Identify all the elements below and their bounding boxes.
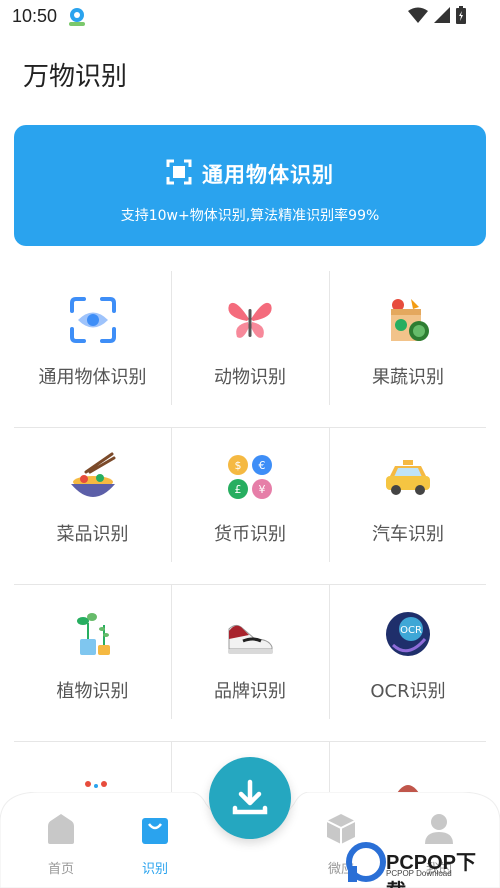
coins-icon: $ € £ ¥ xyxy=(225,452,275,502)
svg-text:€: € xyxy=(259,459,266,472)
grid-item-ocr[interactable]: OCR OCR识别 xyxy=(329,585,486,719)
watermark-subtext: PCPOP Download xyxy=(386,869,452,878)
grid-item-car[interactable]: 汽车识别 xyxy=(329,428,486,562)
scan-frame-icon xyxy=(166,159,192,189)
grid-item-label: 果蔬识别 xyxy=(372,367,444,388)
home-icon xyxy=(44,812,78,846)
grid-item-label: OCR识别 xyxy=(370,681,446,702)
grid-item-fruit-vegetable[interactable]: 果蔬识别 xyxy=(329,271,486,405)
svg-text:$: $ xyxy=(235,459,242,472)
potted-plant-icon xyxy=(68,609,118,659)
grid-item-label: 通用物体识别 xyxy=(38,367,147,388)
grid-row: 通用物体识别 动物识别 果蔬识别 xyxy=(14,271,486,428)
grid-item-label: 品牌识别 xyxy=(214,681,286,702)
grid-row: 菜品识别 $ € £ ¥ 货币识别 汽车识别 xyxy=(14,428,486,585)
status-indicators xyxy=(408,6,466,28)
sneaker-icon xyxy=(225,609,275,659)
eye-scan-icon xyxy=(68,295,118,345)
grid-item-plant[interactable]: 植物识别 xyxy=(14,585,171,719)
grid-item-label: 货币识别 xyxy=(214,524,286,545)
butterfly-icon xyxy=(225,295,275,345)
watermark-text: PCPOP下载 xyxy=(386,852,477,888)
grid-item-label: 植物识别 xyxy=(56,681,129,702)
grid-item-dish[interactable]: 菜品识别 xyxy=(14,428,171,562)
noodle-bowl-icon xyxy=(68,452,118,502)
grocery-bag-icon xyxy=(383,295,433,345)
banner-subtitle: 支持10w+物体识别,算法精准识别率99% xyxy=(120,208,380,224)
page-title: 万物识别 xyxy=(23,62,128,92)
wifi-icon xyxy=(408,7,428,27)
tab-home[interactable]: 首页 xyxy=(26,812,96,882)
tab-label: 识别 xyxy=(141,862,168,877)
taxi-icon xyxy=(383,452,433,502)
status-time: 10:50 xyxy=(12,6,58,26)
tab-label: 首页 xyxy=(47,862,74,877)
grid-item-currency[interactable]: $ € £ ¥ 货币识别 xyxy=(171,428,328,562)
grid-item-animal[interactable]: 动物识别 xyxy=(171,271,328,405)
svg-text:OCR: OCR xyxy=(400,625,422,636)
cell-signal-icon xyxy=(434,7,450,27)
ocr-icon: OCR xyxy=(383,609,433,659)
battery-icon xyxy=(456,6,466,28)
shopping-bag-icon xyxy=(138,812,172,846)
status-bar: 10:50 xyxy=(0,0,500,34)
grid-item-label: 菜品识别 xyxy=(56,524,129,545)
feature-grid: 通用物体识别 动物识别 果蔬识别 菜品识别 $ € £ ¥ 货币识别 汽车识别 … xyxy=(14,271,486,802)
tab-recognize[interactable]: 识别 xyxy=(120,812,190,882)
watermark: PCPOP下载 PCPOP Download xyxy=(346,840,496,888)
grid-item-brand[interactable]: 品牌识别 xyxy=(171,585,328,719)
app-notification-icon xyxy=(66,6,88,28)
general-recognition-banner[interactable]: 通用物体识别 支持10w+物体识别,算法精准识别率99% xyxy=(14,125,486,246)
svg-text:¥: ¥ xyxy=(259,483,266,496)
download-icon xyxy=(232,779,268,815)
grid-item-label: 汽车识别 xyxy=(372,524,444,545)
svg-text:£: £ xyxy=(235,483,242,496)
grid-item-label: 动物识别 xyxy=(214,367,286,388)
grid-row: 植物识别 品牌识别 OCR OCR识别 xyxy=(14,585,486,742)
download-fab[interactable] xyxy=(209,757,291,839)
grid-item-general-object[interactable]: 通用物体识别 xyxy=(14,271,171,405)
banner-title: 通用物体识别 xyxy=(202,163,334,187)
